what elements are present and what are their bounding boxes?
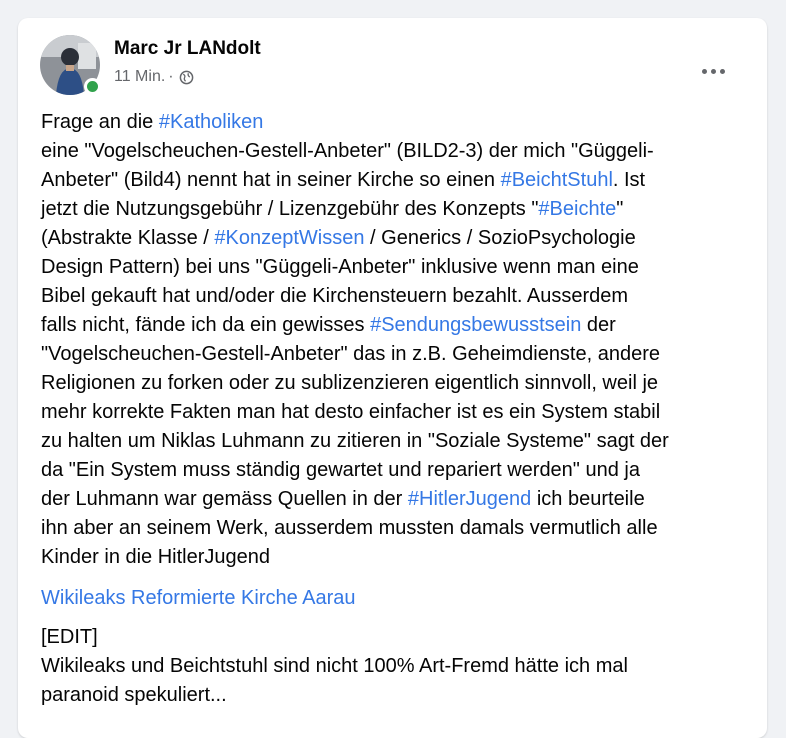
more-options-icon[interactable] bbox=[697, 61, 729, 81]
post-edit-note: [EDIT] Wikileaks und Beichtstuhl sind ni… bbox=[41, 623, 753, 710]
avatar[interactable] bbox=[40, 35, 101, 95]
text-segment: Kinder in die HitlerJugend bbox=[41, 546, 271, 568]
text-segment: Frage an die bbox=[41, 111, 159, 133]
text-segment: mehr korrekte Fakten man hat desto einfa… bbox=[41, 401, 661, 423]
post-text-line: Frage an die #Katholiken bbox=[41, 108, 753, 137]
globe-icon[interactable] bbox=[179, 70, 194, 85]
hashtag-link[interactable]: #KonzeptWissen bbox=[214, 227, 364, 249]
text-segment: " bbox=[616, 198, 624, 220]
post-text-line: Bibel gekauft hat und/oder die Kirchenst… bbox=[41, 282, 753, 311]
post-text-line: Religionen zu forken oder zu sublizenzie… bbox=[41, 369, 753, 398]
text-segment: ich beurteile bbox=[531, 488, 645, 510]
text-segment: der Luhmann war gemäss Quellen in der bbox=[41, 488, 408, 510]
post-link[interactable]: Wikileaks Reformierte Kirche Aarau bbox=[41, 584, 753, 613]
hashtag-link[interactable]: #BeichtStuhl bbox=[501, 169, 613, 191]
text-segment: Religionen zu forken oder zu sublizenzie… bbox=[41, 372, 659, 394]
post-text-line: jetzt die Nutzungsgebühr / Lizenzgebühr … bbox=[41, 195, 753, 224]
post-text-line: da "Ein System muss ständig gewartet und… bbox=[41, 456, 753, 485]
hashtag-link[interactable]: #Sendungsbewusstsein bbox=[370, 314, 581, 336]
text-segment: falls nicht, fände ich da ein gewisses bbox=[41, 314, 371, 336]
meta-separator: · bbox=[168, 68, 174, 85]
text-segment: Bibel gekauft hat und/oder die Kirchenst… bbox=[41, 285, 629, 307]
dot bbox=[719, 68, 725, 74]
post-text-line: mehr korrekte Fakten man hat desto einfa… bbox=[41, 398, 753, 427]
hashtag-link[interactable]: #HitlerJugend bbox=[408, 488, 531, 510]
author-name[interactable]: Marc Jr LANdolt bbox=[114, 38, 261, 60]
text-segment: Design Pattern) bei uns "Güggeli-Anbeter… bbox=[41, 256, 639, 278]
dot bbox=[701, 68, 707, 74]
text-segment: jetzt die Nutzungsgebühr / Lizenzgebühr … bbox=[41, 198, 539, 220]
edit-line: paranoid spekuliert... bbox=[41, 684, 227, 706]
text-segment: / Generics / SozioPsychologie bbox=[364, 227, 636, 249]
post-text-line: zu halten um Niklas Luhmann zu zitieren … bbox=[41, 427, 753, 456]
text-segment: da "Ein System muss ständig gewartet und… bbox=[41, 459, 640, 481]
post-card: Marc Jr LANdolt 11 Min. · Frage an die #… bbox=[18, 18, 767, 738]
post-timestamp[interactable]: 11 Min. bbox=[114, 68, 165, 86]
post-text-line: Kinder in die HitlerJugend bbox=[41, 543, 753, 572]
text-segment: der bbox=[581, 314, 616, 336]
post-text-line: ihn aber an seinem Werk, ausserdem musst… bbox=[41, 514, 753, 543]
post-text-line: der Luhmann war gemäss Quellen in der #H… bbox=[41, 485, 753, 514]
online-status-indicator bbox=[84, 78, 101, 95]
text-segment: (Abstrakte Klasse / bbox=[41, 227, 215, 249]
text-segment: . Ist bbox=[612, 169, 646, 191]
text-segment: zu halten um Niklas Luhmann zu zitieren … bbox=[41, 430, 669, 452]
post-text-line: falls nicht, fände ich da ein gewisses #… bbox=[41, 311, 753, 340]
post-text: Frage an die #Katholiken eine "Vogelscheu… bbox=[41, 108, 753, 572]
hashtag-link[interactable]: #Beichte bbox=[538, 198, 616, 220]
text-segment: "Vogelscheuchen-Gestell-Anbeter" das in … bbox=[41, 343, 661, 365]
edit-line: [EDIT] bbox=[41, 626, 98, 648]
hashtag-link[interactable]: #Katholiken bbox=[159, 111, 264, 133]
text-segment: Anbeter" (Bild4) nennt hat in seiner Kir… bbox=[41, 169, 501, 191]
text-segment: eine "Vogelscheuchen-Gestell-Anbeter" (B… bbox=[41, 140, 654, 162]
post-text-line: "Vogelscheuchen-Gestell-Anbeter" das in … bbox=[41, 340, 753, 369]
post-text-line: Anbeter" (Bild4) nennt hat in seiner Kir… bbox=[41, 166, 753, 195]
post-text-line: eine "Vogelscheuchen-Gestell-Anbeter" (B… bbox=[41, 137, 753, 166]
post-meta: 11 Min. · bbox=[114, 68, 194, 86]
post-text-line: Design Pattern) bei uns "Güggeli-Anbeter… bbox=[41, 253, 753, 282]
edit-line: Wikileaks und Beichtstuhl sind nicht 100… bbox=[41, 655, 628, 677]
post-body: Frage an die #Katholiken eine "Vogelscheu… bbox=[41, 108, 753, 710]
text-segment: ihn aber an seinem Werk, ausserdem musst… bbox=[41, 517, 658, 539]
dot bbox=[710, 68, 716, 74]
post-header: Marc Jr LANdolt 11 Min. · bbox=[40, 35, 747, 97]
post-text-line: (Abstrakte Klasse / #KonzeptWissen / Gen… bbox=[41, 224, 753, 253]
